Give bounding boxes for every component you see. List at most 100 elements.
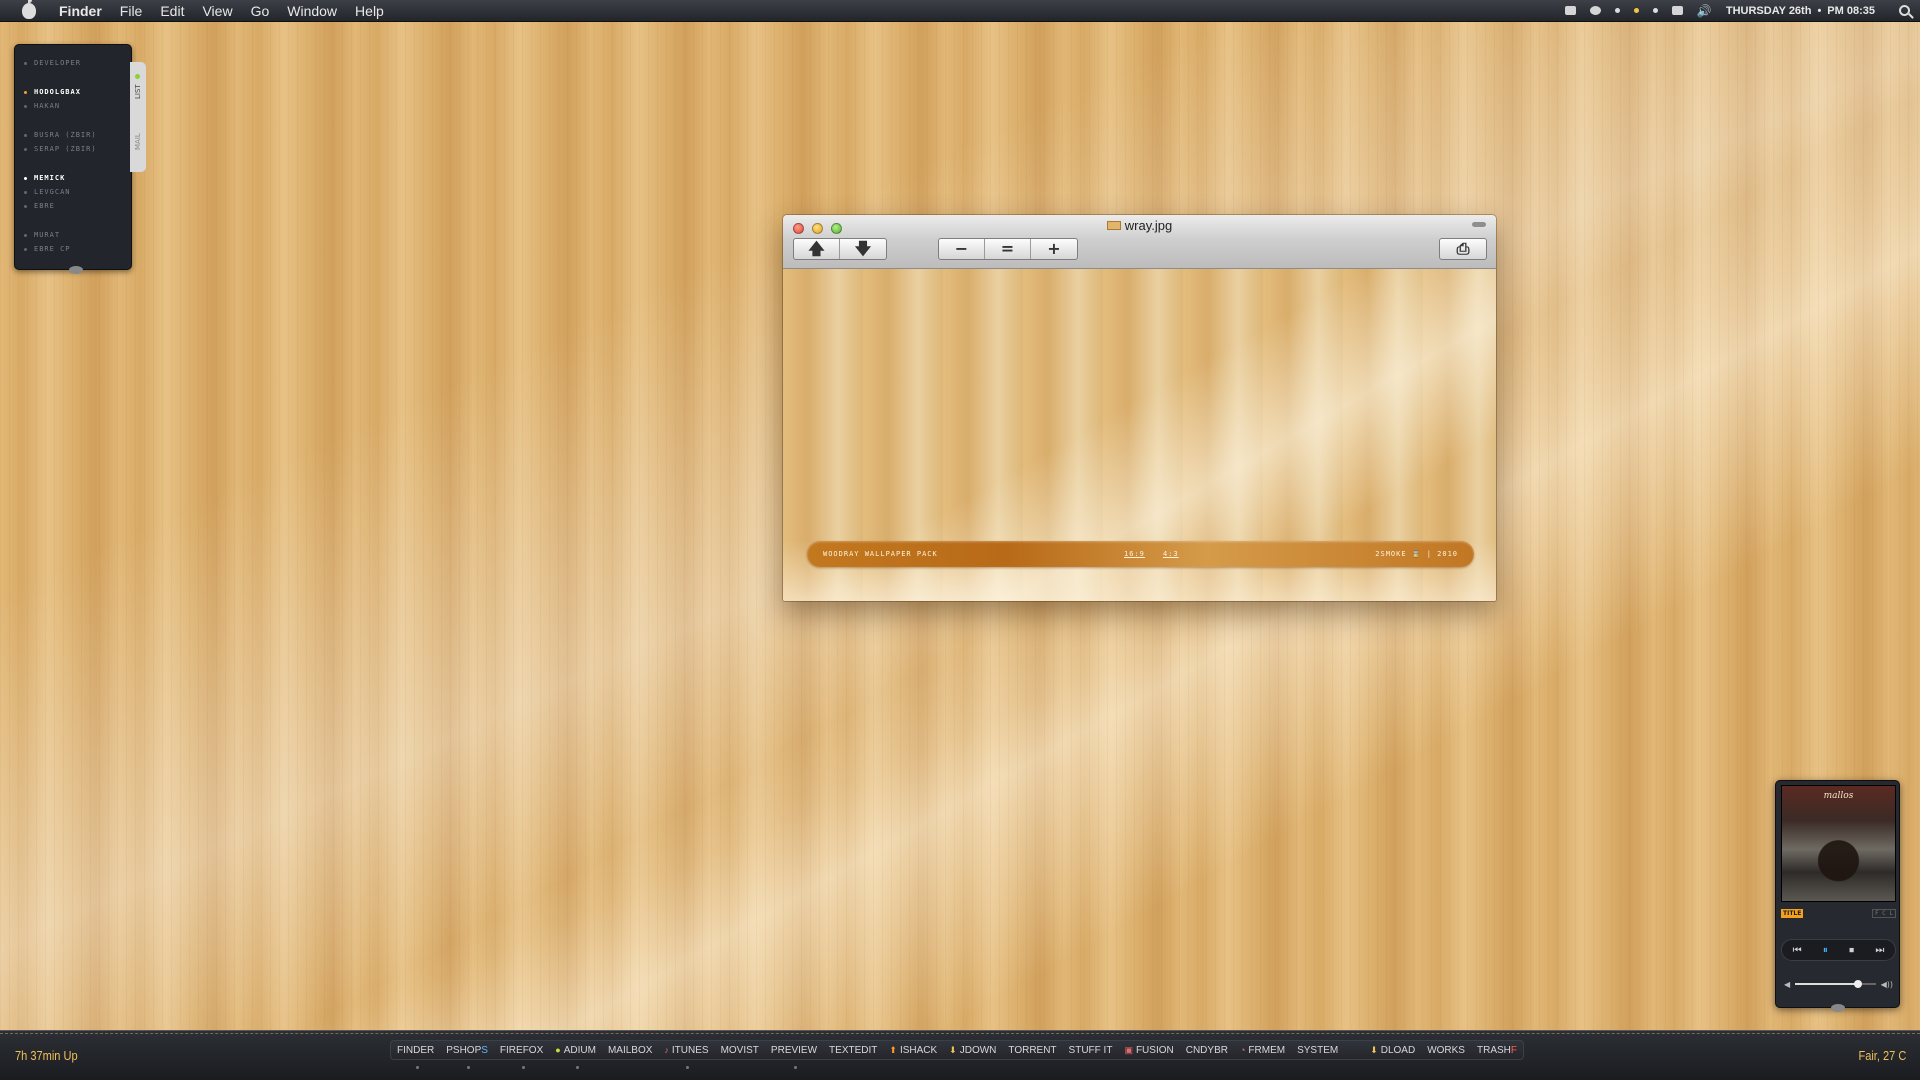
dock-item-dload[interactable]: ⬇ DLOAD — [1364, 1045, 1421, 1056]
dock-item-preview[interactable]: PREVIEW — [765, 1044, 823, 1069]
dock-item-movist[interactable]: MOVIST — [715, 1045, 765, 1056]
banner-credit: 2SMOKE ⌛ | 2010 — [1375, 550, 1458, 558]
volume-icon[interactable]: 🔊 — [1697, 4, 1712, 18]
frmem-icon: ◔ — [1239, 1045, 1246, 1055]
dock-item-adium[interactable]: ● ADIUM — [549, 1044, 602, 1069]
status-dot-icon[interactable] — [1614, 8, 1620, 13]
dock-item-textedit[interactable]: TEXTEDIT — [823, 1045, 883, 1056]
status-dot-icon[interactable] — [1652, 8, 1658, 13]
ishack-icon: ⬆ — [889, 1044, 897, 1055]
dock-item-label: ADIUM — [563, 1044, 596, 1056]
menubar-clock[interactable]: PM 08:35 — [1827, 5, 1875, 17]
wallpaper-banner: WOODRAY WALLPAPER PACK 16:9 4:3 2SMOKE ⌛… — [807, 541, 1474, 567]
volume-knob[interactable] — [1853, 980, 1862, 988]
spotlight-search-icon[interactable] — [1899, 5, 1910, 16]
running-indicator — [467, 1065, 471, 1069]
actual-size-button[interactable]: = — [985, 239, 1031, 259]
contact-item[interactable]: MURAT — [24, 228, 131, 242]
dock-item-stuff-it[interactable]: STUFF IT — [1063, 1045, 1119, 1056]
dock-item-label: PSHOP — [446, 1044, 482, 1056]
tab-mail[interactable]: MAIL — [130, 124, 146, 160]
previous-image-button[interactable]: 🡅 — [794, 239, 840, 259]
banner-ratio-16-9[interactable]: 16:9 — [1124, 550, 1145, 558]
dock-item-torrent[interactable]: TORRENT — [1002, 1045, 1062, 1056]
contact-item[interactable]: BUSRA (ZBIR) — [24, 128, 131, 142]
volume-high-icon[interactable]: ◀)) — [1881, 980, 1893, 989]
dock-item-finder[interactable]: FINDER — [391, 1044, 440, 1069]
contact-item[interactable]: HAKAN — [24, 99, 131, 113]
player-options[interactable]: F C L — [1871, 908, 1896, 918]
dock-item-itunes[interactable]: ♪ ITUNES — [658, 1045, 714, 1069]
dock-item-ishack[interactable]: ⬆ ISHACK — [883, 1045, 943, 1056]
volume-slider[interactable] — [1795, 980, 1876, 988]
toolbar-toggle-button[interactable] — [1472, 222, 1486, 227]
playback-controls: ⏮ ⏸ ⏹ ⏭ — [1781, 939, 1896, 961]
stop-icon[interactable]: ⏹ — [1849, 945, 1854, 956]
contact-item[interactable]: SERAP (ZBIR) — [24, 142, 131, 156]
display-icon[interactable] — [1671, 6, 1683, 15]
pause-icon[interactable]: ⏸ — [1823, 945, 1828, 956]
album-art[interactable]: mallos — [1781, 785, 1896, 902]
presence-dot-icon — [24, 61, 27, 65]
tab-list[interactable]: LIST — [130, 74, 146, 110]
presence-dot-icon — [24, 90, 27, 94]
dload-icon: ⬇ — [1370, 1044, 1378, 1055]
zoom-in-button[interactable]: + — [1031, 239, 1077, 259]
menu-edit[interactable]: Edit — [160, 3, 184, 19]
dock-item-label: CNDYBR — [1185, 1044, 1228, 1056]
dock-item-jdown[interactable]: ⬇ JDOWN — [943, 1045, 1002, 1056]
volume-control: ◀ ◀)) — [1784, 979, 1893, 989]
menu-go[interactable]: Go — [251, 3, 270, 19]
menubar-date[interactable]: THURSDAY 26th — [1726, 5, 1812, 17]
presence-dot-icon — [24, 176, 27, 180]
contact-item[interactable]: EBRE CP — [24, 242, 131, 256]
dock-item-label: SYSTEM — [1297, 1044, 1339, 1056]
dock-item-firefox[interactable]: FIREFOX — [494, 1045, 549, 1069]
dock-item-system[interactable]: SYSTEM — [1291, 1045, 1344, 1056]
contact-item[interactable]: EBRE — [24, 199, 131, 213]
gamepad-icon[interactable] — [1564, 6, 1576, 15]
dock-item-label: PREVIEW — [770, 1044, 818, 1056]
print-button[interactable]: ⎙ — [1440, 239, 1486, 259]
zoom-out-button[interactable]: − — [939, 239, 985, 259]
adium-status-icon[interactable] — [1633, 8, 1639, 13]
running-indicator — [415, 1065, 419, 1069]
dock-item-trash[interactable]: TRASH F — [1471, 1045, 1523, 1056]
dock-item-cndybr[interactable]: CNDYBR — [1180, 1045, 1234, 1056]
dock-item-pshop[interactable]: PSHOP S — [440, 1044, 494, 1069]
banner-ratio-4-3[interactable]: 4:3 — [1163, 550, 1179, 558]
contact-list: DEVELOPER HODOLGBAX HAKAN BUSRA (ZBIR) S… — [15, 45, 131, 256]
contact-item[interactable]: HODOLGBAX — [24, 85, 131, 99]
presence-dot-icon — [24, 147, 27, 151]
menu-view[interactable]: View — [202, 3, 232, 19]
dock-item-fusion[interactable]: ▣ FUSION — [1118, 1045, 1179, 1056]
dock-item-label: MAILBOX — [607, 1044, 653, 1056]
contact-item[interactable]: DEVELOPER — [24, 56, 131, 70]
dock-item-label: FUSION — [1135, 1044, 1174, 1056]
menu-window[interactable]: Window — [287, 3, 337, 19]
dock-item-mailbox[interactable]: MAILBOX — [602, 1045, 658, 1056]
dock-item-label: FINDER — [397, 1044, 435, 1056]
apple-menu-icon[interactable] — [22, 0, 36, 19]
dock-item-works[interactable]: WORKS — [1421, 1045, 1471, 1056]
widget-resize-handle[interactable] — [1831, 1004, 1845, 1012]
print-buttons: ⎙ — [1439, 238, 1487, 260]
next-track-icon[interactable]: ⏭ — [1875, 945, 1884, 956]
dock-item-frmem[interactable]: ◔ FRMEM — [1234, 1045, 1291, 1056]
contact-item[interactable]: MEMICK — [24, 171, 131, 185]
volume-low-icon[interactable]: ◀ — [1784, 980, 1790, 989]
image-canvas[interactable]: WOODRAY WALLPAPER PACK 16:9 4:3 2SMOKE ⌛… — [783, 269, 1496, 601]
widget-resize-handle[interactable] — [69, 266, 83, 274]
menu-file[interactable]: File — [120, 3, 143, 19]
contacts-side-tabs: LIST MAIL — [130, 62, 146, 172]
menu-help[interactable]: Help — [355, 3, 384, 19]
previous-track-icon[interactable]: ⏮ — [1793, 945, 1802, 956]
album-band-name: mallos — [1823, 791, 1854, 801]
contact-item[interactable]: LEVGCAN — [24, 185, 131, 199]
presence-dot-icon — [24, 133, 27, 137]
chat-icon[interactable] — [1589, 6, 1601, 15]
dock-item-label: MOVIST — [720, 1044, 759, 1056]
menu-finder[interactable]: Finder — [59, 3, 102, 19]
next-image-button[interactable]: 🡇 — [840, 239, 886, 259]
window-titlebar[interactable]: wray.jpg 🡅 🡇 − = + ⎙ — [783, 215, 1496, 269]
